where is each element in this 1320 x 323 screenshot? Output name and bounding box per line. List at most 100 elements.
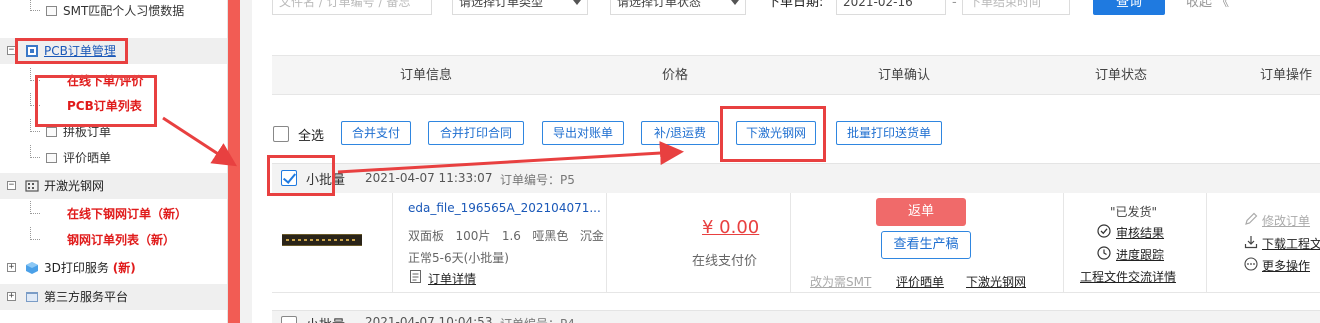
cell-divider: [392, 193, 393, 293]
review-result-link[interactable]: 审核结果: [1116, 224, 1164, 241]
download-engineering-link[interactable]: 下载工程文件: [1262, 235, 1320, 252]
expand-toggle-icon[interactable]: +: [7, 263, 16, 272]
engineering-file-link[interactable]: 工程文件交流详情: [1080, 268, 1176, 285]
sidebar-item-pcb-order-list[interactable]: PCB订单列表: [0, 93, 227, 119]
caret-down-icon: [731, 0, 739, 5]
date-separator: -: [952, 0, 957, 10]
tree-line: [30, 0, 40, 11]
date-from-input[interactable]: 2021-02-16: [836, 0, 946, 15]
pay-method: 在线支付价: [692, 254, 758, 269]
order-price[interactable]: ¥ 0.00: [702, 217, 759, 238]
clock-icon: [1097, 246, 1111, 260]
export-statement-button[interactable]: 导出对账单: [542, 121, 624, 145]
order-type-select[interactable]: 请选择订单类型: [452, 0, 588, 15]
document-icon: [410, 270, 421, 283]
order-datetime: 2021-04-07 10:04:53: [365, 315, 493, 323]
laser-stencil-link[interactable]: 下激光钢网: [966, 273, 1026, 290]
order-number: 订单编号：P4: [500, 315, 575, 323]
edit-pencil-icon: [1245, 212, 1258, 225]
header-order-status: 订单状态: [1095, 68, 1148, 83]
order-specs: 双面板 100片 1.6 哑黑色 沉金: [408, 227, 604, 244]
more-dots-icon: [1244, 257, 1258, 271]
table-header: 订单信息 价格 订单确认 订单状态 订单操作: [272, 55, 1320, 95]
check-circle-icon: [1097, 224, 1111, 238]
spec-quantity: 100片: [455, 229, 491, 243]
sidebar-scrollbar[interactable]: [228, 0, 240, 323]
spec-finish: 沉金: [579, 229, 604, 243]
order-select-checkbox[interactable]: [281, 316, 297, 323]
laser-stencil-button[interactable]: 下激光钢网: [736, 121, 816, 145]
stencil-icon: [25, 180, 39, 192]
header-price: 价格: [662, 68, 689, 83]
order-details-link[interactable]: 订单详情: [428, 270, 476, 287]
progress-tracking-link[interactable]: 进度跟踪: [1116, 246, 1164, 263]
sidebar-group-3d-print[interactable]: + 3D打印服务 (新): [0, 255, 227, 281]
order-date-label: 下单日期:: [767, 0, 824, 10]
batch-print-delivery-button[interactable]: 批量打印送货单: [836, 121, 942, 145]
sidebar-item-stencil-order-list[interactable]: 钢网订单列表（新）: [0, 227, 227, 253]
view-production-button[interactable]: 查看生产稿: [881, 231, 971, 259]
query-button[interactable]: 查询: [1093, 0, 1165, 15]
pcb-thumbnail[interactable]: [282, 234, 362, 246]
sidebar-group-pcb[interactable]: − PCB订单管理: [0, 38, 227, 64]
batch-type-label: 小批量: [306, 314, 345, 323]
review-link[interactable]: 评价晒单: [896, 273, 944, 290]
select-value: 请选择订单状态: [617, 0, 702, 9]
tree-line: [30, 201, 40, 214]
sidebar-group-third-party[interactable]: + 第三方服务平台: [0, 284, 227, 310]
merge-pay-button[interactable]: 合并支付: [341, 121, 411, 145]
sidebar-item-panel-order[interactable]: 拼板订单: [0, 119, 227, 145]
tree-line: [30, 119, 40, 132]
splitter: [240, 0, 252, 323]
spec-color: 哑黑色: [532, 229, 569, 243]
collapse-toggle-icon[interactable]: −: [7, 181, 16, 190]
spec-thickness: 1.6: [501, 229, 521, 243]
tree-line: [30, 68, 40, 81]
collapse-button[interactable]: 收起 《: [1186, 0, 1229, 15]
batch-type-label: 小批量: [306, 173, 346, 188]
sidebar-item-online-order[interactable]: 在线下单/评价: [0, 68, 227, 94]
date-to-input[interactable]: 下单结束时间: [962, 0, 1070, 15]
select-all-checkbox[interactable]: [273, 126, 289, 142]
document-icon: [46, 6, 57, 16]
sidebar-group-laser[interactable]: − 开激光钢网: [0, 173, 227, 199]
cell-divider: [790, 193, 791, 293]
order-number: 订单编号：P5: [500, 173, 575, 187]
new-badge: (新): [112, 261, 136, 275]
spec-layers: 双面板: [408, 229, 445, 243]
lead-time: 正常5-6天(小批量): [408, 251, 509, 265]
3d-print-icon: [26, 262, 38, 274]
sidebar-item-review[interactable]: 评价晒单: [0, 145, 227, 171]
order-status: "已发货": [1110, 205, 1158, 219]
merge-print-contract-button[interactable]: 合并打印合同: [428, 121, 524, 145]
header-order-confirm: 订单确认: [878, 68, 931, 83]
tree-line: [30, 93, 40, 106]
platform-icon: [26, 292, 38, 302]
order-file-link[interactable]: eda_file_196565A_202104071...: [408, 201, 601, 215]
select-value: 请选择订单类型: [459, 0, 544, 9]
cell-divider: [1063, 193, 1064, 293]
tree-line: [30, 227, 40, 240]
sidebar-item-online-stencil-order[interactable]: 在线下钢网订单（新）: [0, 201, 227, 227]
caret-down-icon: [573, 0, 581, 5]
tree-line: [30, 145, 40, 158]
sidebar-item-smt-habits[interactable]: SMT匹配个人习惯数据: [0, 0, 227, 24]
sidebar-item-label: 3D打印服务: [44, 261, 109, 275]
expand-toggle-icon[interactable]: +: [7, 292, 16, 301]
change-smt-link[interactable]: 改为需SMT: [810, 273, 871, 290]
collapse-toggle-icon[interactable]: −: [7, 46, 16, 55]
download-icon: [1244, 236, 1258, 249]
order-datetime: 2021-04-07 11:33:07: [365, 171, 493, 185]
cell-divider: [606, 193, 607, 293]
keyword-search-input[interactable]: 文件名 / 订单编号 / 备忘: [272, 0, 432, 15]
order-select-checkbox[interactable]: [281, 170, 297, 186]
sidebar: SMT匹配个人习惯数据 − PCB订单管理 在线下单/评价 PCB订单列表 拼板…: [0, 0, 228, 323]
freight-adjust-button[interactable]: 补/退运费: [641, 121, 719, 145]
select-all-label[interactable]: 全选: [298, 125, 324, 144]
more-actions-link[interactable]: 更多操作: [1262, 257, 1310, 274]
return-order-button[interactable]: 返单: [876, 198, 966, 226]
edit-order-link[interactable]: 修改订单: [1262, 212, 1310, 229]
order-status-select[interactable]: 请选择订单状态: [610, 0, 746, 15]
cell-divider: [1206, 193, 1207, 293]
header-order-info: 订单信息: [400, 68, 453, 83]
